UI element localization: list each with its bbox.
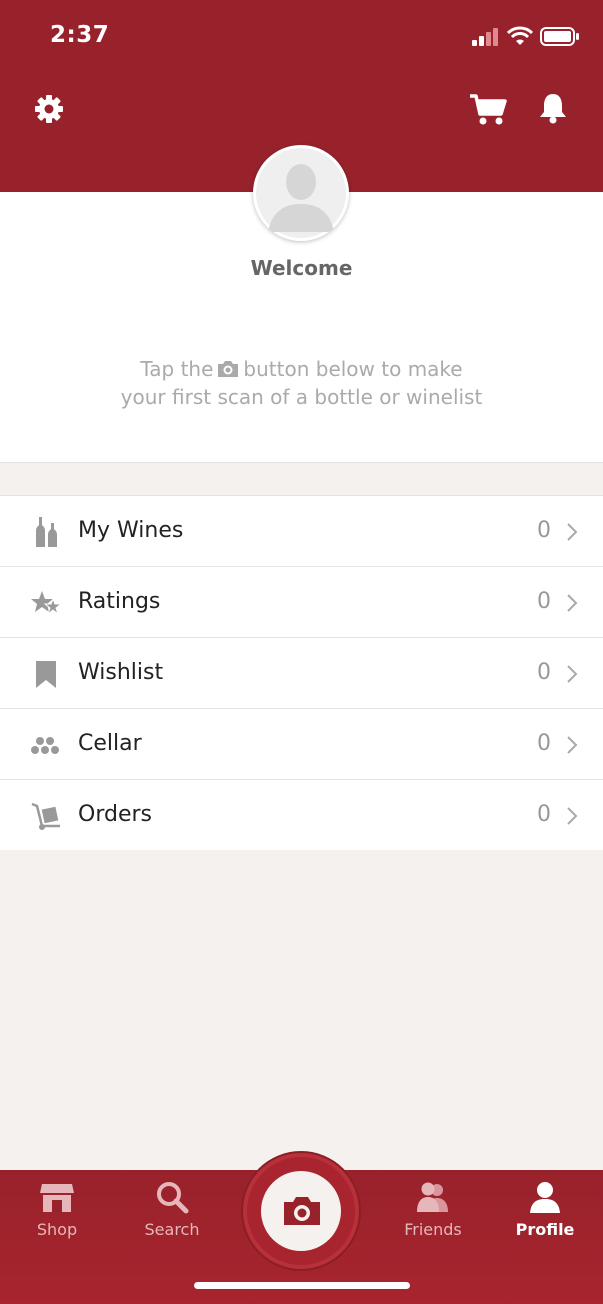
menu-item-cellar[interactable]: Cellar 0	[0, 709, 603, 780]
tab-search[interactable]: Search	[132, 1180, 212, 1239]
home-indicator	[194, 1282, 410, 1289]
tab-friends[interactable]: Friends	[393, 1180, 473, 1239]
menu-label: My Wines	[78, 518, 184, 543]
menu-label: Cellar	[78, 731, 142, 756]
chevron-right-icon	[567, 665, 578, 683]
tab-shop[interactable]: Shop	[17, 1180, 97, 1239]
shop-icon	[40, 1184, 74, 1212]
menu-label: Orders	[78, 802, 152, 827]
bell-icon[interactable]	[538, 92, 568, 124]
menu-count: 0	[537, 589, 551, 614]
tab-label: Profile	[515, 1220, 575, 1239]
friends-icon	[417, 1182, 448, 1212]
menu-item-wishlist[interactable]: Wishlist 0	[0, 638, 603, 709]
scan-hint-after: button below to make	[243, 357, 463, 381]
avatar-placeholder-icon	[256, 148, 346, 238]
cellular-signal-icon	[472, 28, 498, 46]
cart-icon[interactable]	[468, 92, 508, 126]
bookmark-icon	[36, 661, 56, 688]
stars-icon	[31, 591, 62, 616]
wifi-icon	[507, 26, 533, 45]
camera-icon	[284, 1197, 320, 1225]
menu-item-my-wines[interactable]: My Wines 0	[0, 496, 603, 567]
scan-hint: Tap the button below to make your first s…	[80, 355, 523, 411]
chevron-right-icon	[567, 523, 578, 541]
chevron-right-icon	[567, 807, 578, 825]
menu-label: Ratings	[78, 589, 161, 614]
avatar[interactable]	[253, 145, 349, 241]
menu-count: 0	[537, 660, 551, 685]
gear-icon[interactable]	[34, 94, 64, 124]
scan-button[interactable]	[243, 1153, 359, 1269]
chevron-right-icon	[567, 736, 578, 754]
profile-menu: My Wines 0 Ratings 0 Wishlist 0 Cellar 0	[0, 495, 603, 850]
menu-item-ratings[interactable]: Ratings 0	[0, 567, 603, 638]
bottles-icon	[36, 517, 57, 547]
profile-icon	[530, 1182, 560, 1213]
chevron-right-icon	[567, 594, 578, 612]
battery-icon	[540, 27, 579, 46]
search-icon	[157, 1182, 189, 1214]
tab-label: Search	[144, 1220, 200, 1239]
camera-icon	[218, 361, 239, 377]
tab-label: Friends	[404, 1220, 462, 1239]
tab-bar: Shop Search Friends Profile	[0, 1153, 603, 1304]
menu-label: Wishlist	[78, 660, 164, 685]
tab-label: Shop	[36, 1220, 78, 1239]
scan-button-inner	[261, 1171, 341, 1251]
status-time: 2:37	[50, 22, 110, 48]
cellar-icon	[31, 737, 59, 754]
scan-hint-before: Tap the	[140, 357, 214, 381]
menu-count: 0	[537, 802, 551, 827]
tab-profile[interactable]: Profile	[505, 1180, 585, 1239]
hand-truck-icon	[31, 802, 60, 830]
welcome-title: Welcome	[250, 256, 353, 280]
menu-item-orders[interactable]: Orders 0	[0, 780, 603, 850]
scan-hint-line2: your first scan of a bottle or winelist	[120, 385, 483, 409]
menu-count: 0	[537, 518, 551, 543]
menu-count: 0	[537, 731, 551, 756]
